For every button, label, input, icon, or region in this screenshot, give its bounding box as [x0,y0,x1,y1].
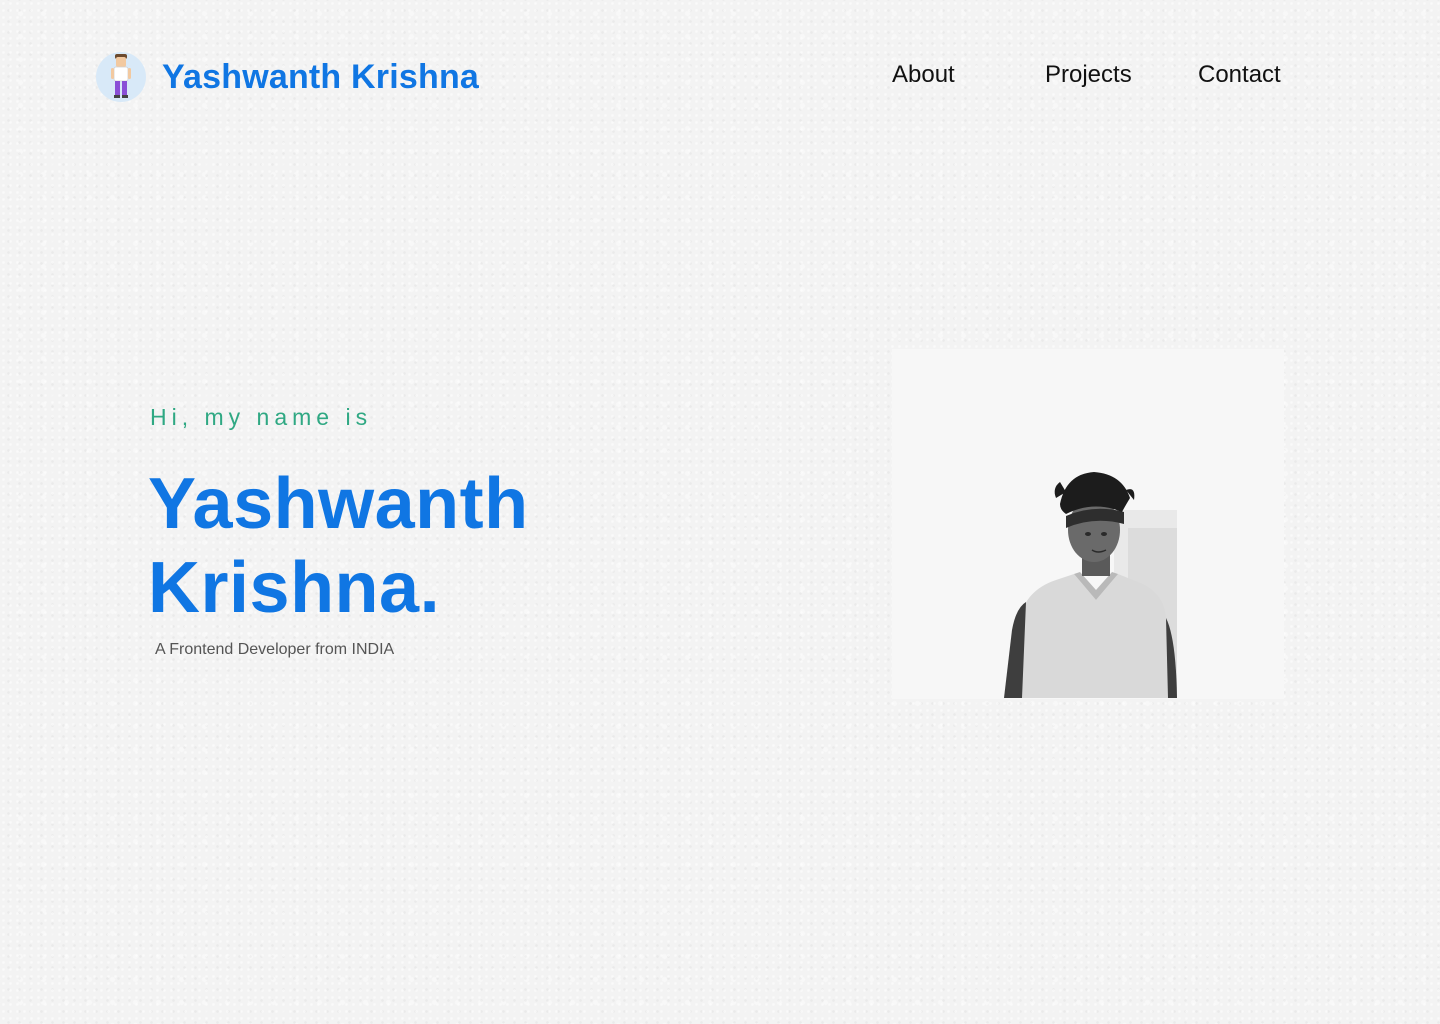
hero-greeting: Hi, my name is [150,404,373,430]
nav-about-link[interactable]: About [892,63,955,87]
person-figure-icon [111,54,131,98]
main-nav: About Projects Contact [892,63,1292,93]
site-header: Yashwanth Krishna About Projects Contact [0,0,1440,150]
profile-photo-panel [892,349,1284,699]
hero-name-line2: Krishna. [148,548,441,628]
profile-photo [996,468,1177,698]
brand-name[interactable]: Yashwanth Krishna [162,60,479,94]
hero-name: Yashwanth Krishna. [148,462,529,630]
nav-contact-link[interactable]: Contact [1198,63,1281,87]
nav-projects-link[interactable]: Projects [1045,63,1132,87]
hero-subtitle: A Frontend Developer from INDIA [155,641,395,658]
brand[interactable]: Yashwanth Krishna [96,52,479,102]
hero-name-line1: Yashwanth [148,464,529,544]
person-avatar-icon [96,52,146,102]
